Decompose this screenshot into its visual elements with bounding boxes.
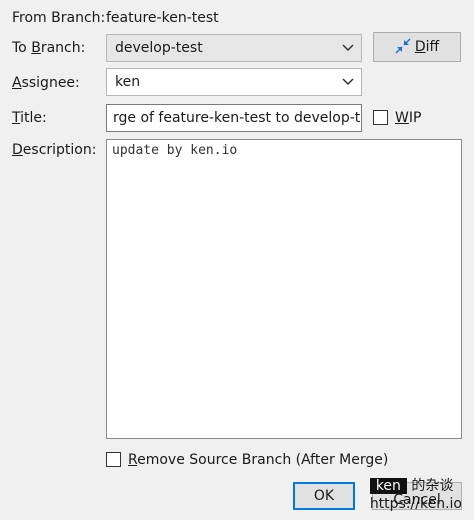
remove-source-branch-label[interactable]: Remove Source Branch (After Merge) <box>128 449 388 471</box>
remove-source-branch-checkbox[interactable] <box>106 452 121 467</box>
watermark-url: https://ken.io <box>369 496 462 512</box>
diff-button[interactable]: Diff <box>373 32 461 62</box>
from-branch-value: feature-ken-test <box>106 10 219 26</box>
description-label: Description: <box>12 142 97 158</box>
title-input[interactable]: rge of feature-ken-test to develop-test <box>106 104 362 132</box>
title-input-value: rge of feature-ken-test to develop-test <box>113 110 362 126</box>
description-textarea[interactable]: update by ken.io <box>106 139 462 439</box>
chevron-down-icon <box>342 44 354 52</box>
to-branch-dropdown[interactable]: develop-test <box>106 34 362 62</box>
to-branch-selected: develop-test <box>115 40 203 56</box>
chevron-down-icon <box>342 78 354 86</box>
diff-icon <box>395 38 411 54</box>
description-value: update by ken.io <box>112 143 238 158</box>
title-label: Title: <box>12 110 47 126</box>
wip-label[interactable]: WIP <box>395 107 421 129</box>
from-branch-label: From Branch: <box>12 10 106 26</box>
watermark-suffix: 的杂谈 <box>411 478 454 494</box>
assignee-label: Assignee: <box>12 75 80 91</box>
watermark-brand: ken <box>369 478 407 494</box>
assignee-dropdown[interactable]: ken <box>106 68 362 96</box>
assignee-selected: ken <box>115 74 141 90</box>
watermark: ken 的杂谈 https://ken.io <box>369 478 462 512</box>
wip-checkbox[interactable] <box>373 110 388 125</box>
ok-button[interactable]: OK <box>293 482 355 510</box>
to-branch-label: To Branch: <box>12 40 86 56</box>
